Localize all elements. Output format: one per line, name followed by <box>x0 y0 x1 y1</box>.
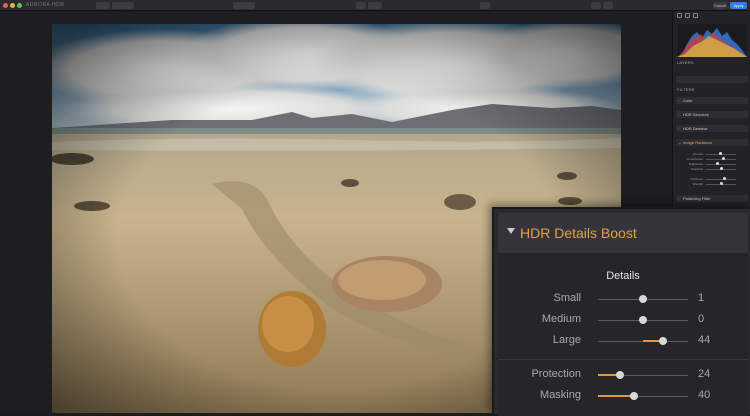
slider-label: Small <box>553 292 581 304</box>
preset-icon[interactable] <box>677 13 682 18</box>
slider-protection[interactable]: Protection 24 <box>498 368 748 382</box>
section-title-details: Details <box>606 270 640 282</box>
export-button[interactable] <box>591 2 601 9</box>
minimize-icon[interactable] <box>10 3 15 8</box>
history-button[interactable] <box>368 2 382 9</box>
apply-button[interactable]: Apply <box>730 2 747 9</box>
slider-label: Protection <box>531 368 581 380</box>
histogram-chart <box>677 24 747 57</box>
zoom-select[interactable] <box>112 2 134 9</box>
radiance-brightness-slider[interactable]: Brightness <box>685 162 747 166</box>
slider-label: Large <box>552 334 581 346</box>
top-toolbar: AURORA HDR Cancel Apply <box>0 0 750 11</box>
slider-value: 0 <box>698 313 705 325</box>
radiance-smoothness-slider[interactable]: Smoothness <box>685 157 747 161</box>
slider-large[interactable]: Large 44 <box>498 334 748 348</box>
slider-value: 24 <box>698 368 711 380</box>
close-icon[interactable] <box>3 3 8 8</box>
slider-value: 1 <box>698 292 705 304</box>
undo-button[interactable] <box>356 2 366 9</box>
app-title: AURORA HDR <box>26 2 65 8</box>
panel-icon-row <box>677 13 747 19</box>
chevron-right-icon: › <box>678 196 680 201</box>
slider-label: Masking <box>540 389 581 401</box>
histogram-icon[interactable] <box>693 13 698 18</box>
chevron-right-icon: › <box>678 126 680 131</box>
compare-toggle[interactable] <box>233 2 255 9</box>
slider-value: 44 <box>698 334 711 346</box>
slider-small[interactable]: Small 1 <box>498 292 748 306</box>
slider-label: Medium <box>541 313 581 325</box>
filter-hdr-structure[interactable]: › HDR Structure <box>676 111 748 118</box>
view-mode-button[interactable] <box>96 2 110 9</box>
share-button[interactable] <box>603 2 613 9</box>
filter-polarizing[interactable]: › Polarizing Filter <box>676 195 748 202</box>
layer-row[interactable] <box>676 76 748 83</box>
chevron-right-icon: › <box>678 112 680 117</box>
filters-label: FILTERS <box>677 87 695 92</box>
slider-knob[interactable] <box>630 392 638 400</box>
triangle-down-icon <box>507 228 515 234</box>
zoom-icon[interactable] <box>17 3 22 8</box>
layers-label: LAYERS <box>677 60 694 65</box>
filter-image-radiance[interactable]: ⌄ Image Radiance <box>676 139 748 146</box>
slider-value: 40 <box>698 389 711 401</box>
slider-knob[interactable] <box>639 295 647 303</box>
radiance-warmth-slider[interactable]: Warmth <box>685 182 747 186</box>
crop-button[interactable] <box>480 2 490 9</box>
slider-medium[interactable]: Medium 0 <box>498 313 748 327</box>
radiance-amount-slider[interactable]: Amount <box>685 152 747 156</box>
filter-header-hdr-details-boost[interactable]: HDR Details Boost <box>498 213 748 253</box>
slider-masking[interactable]: Masking 40 <box>498 389 748 403</box>
chevron-right-icon: › <box>678 98 680 103</box>
section-divider <box>498 359 748 360</box>
cancel-button[interactable]: Cancel <box>713 2 727 9</box>
chevron-down-icon: ⌄ <box>678 140 682 145</box>
info-icon[interactable] <box>685 13 690 18</box>
radiance-vividness-slider[interactable]: Vividness <box>685 177 747 181</box>
filter-title: HDR Details Boost <box>520 225 637 241</box>
filter-body: Details Small 1 Medium 0 Large 44 Protec… <box>498 253 748 416</box>
zoomed-filter-panel: HDR Details Boost Details Small 1 Medium… <box>492 207 750 416</box>
filter-hdr-denoise[interactable]: › HDR Denoise <box>676 125 748 132</box>
app-window: AURORA HDR Cancel Apply LAYERS FILTERS ›… <box>0 0 750 416</box>
filter-color[interactable]: › Color <box>676 97 748 104</box>
slider-knob[interactable] <box>659 337 667 345</box>
slider-knob[interactable] <box>639 316 647 324</box>
slider-knob[interactable] <box>616 371 624 379</box>
radiance-shadows-slider[interactable]: Shadows <box>685 167 747 171</box>
